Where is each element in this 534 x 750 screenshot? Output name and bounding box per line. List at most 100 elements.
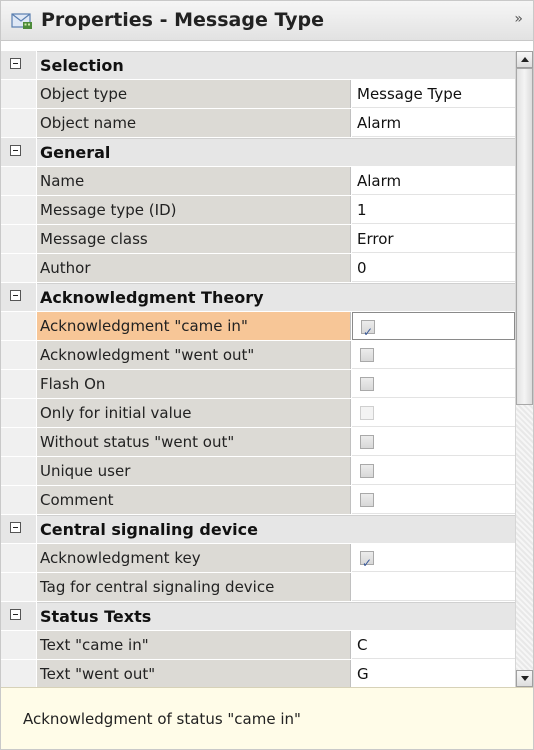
property-name[interactable]: Text "came in" — [37, 631, 351, 659]
property-name[interactable]: Object name — [37, 109, 351, 137]
property-value[interactable] — [352, 428, 515, 456]
vertical-scrollbar[interactable] — [515, 51, 533, 687]
row-gutter — [1, 486, 36, 514]
checkbox — [360, 406, 374, 420]
property-row[interactable]: Text "came in" C — [1, 631, 515, 660]
property-value[interactable] — [352, 399, 515, 427]
category-label[interactable]: General — [37, 138, 515, 166]
property-name[interactable]: Flash On — [37, 370, 351, 398]
row-gutter — [1, 80, 36, 108]
property-name[interactable]: Author — [37, 254, 351, 282]
property-name[interactable]: Text "went out" — [37, 660, 351, 687]
row-gutter — [1, 573, 36, 601]
category-label[interactable]: Acknowledgment Theory — [37, 283, 515, 311]
property-value[interactable]: Message Type — [352, 80, 515, 108]
property-value[interactable]: 1 — [352, 196, 515, 224]
property-row[interactable]: Acknowledgment "went out" — [1, 341, 515, 370]
property-value[interactable]: ✓ — [352, 312, 515, 340]
category-gutter — [1, 51, 36, 79]
checkbox[interactable] — [360, 493, 374, 507]
property-row[interactable]: Message class Error — [1, 225, 515, 254]
properties-icon — [11, 13, 32, 29]
category-gutter — [1, 138, 36, 166]
description-panel: Acknowledgment of status "came in" — [1, 687, 533, 749]
scroll-track[interactable] — [516, 405, 533, 670]
property-row[interactable]: Message type (ID) 1 — [1, 196, 515, 225]
collapse-toggle-icon[interactable] — [10, 58, 21, 69]
property-name[interactable]: Only for initial value — [37, 399, 351, 427]
category-gutter — [1, 283, 36, 311]
property-value[interactable]: C — [352, 631, 515, 659]
collapse-toggle-icon[interactable] — [10, 290, 21, 301]
row-gutter — [1, 196, 36, 224]
row-gutter — [1, 254, 36, 282]
title-bar: Properties - Message Type » — [1, 1, 533, 41]
property-row[interactable]: Acknowledgment "came in" ✓ — [1, 312, 515, 341]
property-row[interactable]: Object type Message Type — [1, 80, 515, 109]
scroll-down-arrow-icon[interactable] — [516, 670, 533, 687]
property-value[interactable]: Alarm — [352, 109, 515, 137]
category-row: Status Texts — [1, 602, 515, 631]
property-row[interactable]: Object name Alarm — [1, 109, 515, 138]
property-value[interactable]: G — [352, 660, 515, 687]
property-row[interactable]: Unique user — [1, 457, 515, 486]
property-value[interactable]: 0 — [352, 254, 515, 282]
property-name[interactable]: Acknowledgment key — [37, 544, 351, 572]
property-name[interactable]: Acknowledgment "came in" — [37, 312, 351, 340]
category-label[interactable]: Selection — [37, 51, 515, 79]
property-name[interactable]: Message class — [37, 225, 351, 253]
row-gutter — [1, 544, 36, 572]
collapse-toggle-icon[interactable] — [10, 145, 21, 156]
property-name[interactable]: Acknowledgment "went out" — [37, 341, 351, 369]
category-row: General — [1, 138, 515, 167]
property-row[interactable]: Tag for central signaling device — [1, 573, 515, 602]
property-row[interactable]: Acknowledgment key ✓ — [1, 544, 515, 573]
panel-title: Properties - Message Type — [41, 9, 325, 31]
property-name[interactable]: Without status "went out" — [37, 428, 351, 456]
checkbox[interactable] — [360, 377, 374, 391]
property-name[interactable]: Object type — [37, 80, 351, 108]
property-row[interactable]: Without status "went out" — [1, 428, 515, 457]
property-grid: Selection Object type Message Type Object n… — [1, 51, 533, 687]
category-label[interactable]: Status Texts — [37, 602, 515, 630]
collapse-toggle-icon[interactable] — [10, 522, 21, 533]
row-gutter — [1, 109, 36, 137]
property-row[interactable]: Flash On — [1, 370, 515, 399]
row-gutter — [1, 428, 36, 456]
property-row[interactable]: Comment — [1, 486, 515, 515]
row-gutter — [1, 341, 36, 369]
checkbox[interactable] — [360, 464, 374, 478]
property-value[interactable] — [352, 486, 515, 514]
collapse-button[interactable]: » — [514, 11, 523, 27]
checkbox[interactable] — [360, 435, 374, 449]
category-gutter — [1, 515, 36, 543]
property-value[interactable] — [352, 370, 515, 398]
property-row[interactable]: Only for initial value — [1, 399, 515, 428]
checkbox[interactable]: ✓ — [361, 320, 375, 339]
property-name[interactable]: Message type (ID) — [37, 196, 351, 224]
property-value[interactable] — [352, 341, 515, 369]
row-gutter — [1, 312, 36, 340]
checkbox[interactable]: ✓ — [360, 551, 374, 570]
property-value[interactable] — [352, 573, 515, 601]
property-value[interactable] — [352, 457, 515, 485]
property-name[interactable]: Name — [37, 167, 351, 195]
property-value[interactable]: Alarm — [352, 167, 515, 195]
property-name[interactable]: Tag for central signaling device — [37, 573, 351, 601]
property-row[interactable]: Text "went out" G — [1, 660, 515, 687]
row-gutter — [1, 167, 36, 195]
category-row: Acknowledgment Theory — [1, 283, 515, 312]
collapse-toggle-icon[interactable] — [10, 609, 21, 620]
row-gutter — [1, 631, 36, 659]
property-row[interactable]: Author 0 — [1, 254, 515, 283]
scroll-thumb[interactable] — [516, 68, 533, 405]
row-gutter — [1, 457, 36, 485]
category-label[interactable]: Central signaling device — [37, 515, 515, 543]
property-value[interactable]: Error — [352, 225, 515, 253]
property-row[interactable]: Name Alarm — [1, 167, 515, 196]
property-name[interactable]: Comment — [37, 486, 351, 514]
property-name[interactable]: Unique user — [37, 457, 351, 485]
scroll-up-arrow-icon[interactable] — [516, 51, 533, 68]
checkbox[interactable] — [360, 348, 374, 362]
property-value[interactable]: ✓ — [352, 544, 515, 572]
